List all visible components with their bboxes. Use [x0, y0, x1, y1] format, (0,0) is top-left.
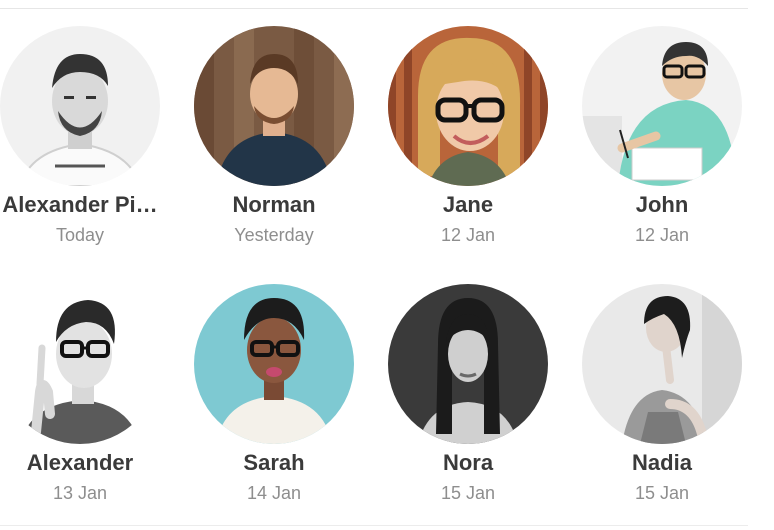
contact-card[interactable]: Jane 12 Jan	[380, 26, 556, 245]
avatar	[194, 284, 354, 444]
avatar	[582, 284, 742, 444]
contact-card[interactable]: Norman Yesterday	[186, 26, 362, 245]
contact-name: Norman	[232, 192, 316, 217]
contact-date: Yesterday	[234, 225, 314, 245]
contact-date: 14 Jan	[246, 483, 302, 503]
avatar-photo	[194, 284, 354, 444]
contact-card[interactable]: Nadia 15 Jan	[574, 284, 750, 503]
contact-name: Jane	[442, 192, 494, 217]
avatar	[582, 26, 742, 186]
avatar	[388, 284, 548, 444]
contact-date: 15 Jan	[634, 483, 690, 503]
contacts-screen: Alexander Pi… Today Norman Yesterday Jan…	[0, 0, 774, 530]
bottom-divider	[0, 525, 748, 526]
avatar	[0, 284, 160, 444]
avatar-photo	[388, 26, 548, 186]
avatar-photo	[582, 26, 742, 186]
contact-name: Nadia	[632, 450, 692, 475]
contact-name: Nora	[442, 450, 494, 475]
contact-card[interactable]: John 12 Jan	[574, 26, 750, 245]
contact-date: Today	[55, 225, 105, 245]
contacts-grid: Alexander Pi… Today Norman Yesterday Jan…	[0, 0, 774, 530]
avatar	[0, 26, 160, 186]
avatar-photo	[194, 26, 354, 186]
avatar-photo	[0, 284, 160, 444]
contact-date: 12 Jan	[440, 225, 496, 245]
contact-card[interactable]: Alexander Pi… Today	[0, 26, 168, 245]
contact-date: 12 Jan	[634, 225, 690, 245]
contact-name: Sarah	[243, 450, 305, 475]
contact-name: John	[635, 192, 689, 217]
avatar	[388, 26, 548, 186]
contact-name: Alexander Pi…	[2, 192, 158, 217]
contact-card[interactable]: Sarah 14 Jan	[186, 284, 362, 503]
avatar	[194, 26, 354, 186]
avatar-photo	[582, 284, 742, 444]
contact-date: 13 Jan	[52, 483, 108, 503]
contact-date: 15 Jan	[440, 483, 496, 503]
contact-card[interactable]: Alexander 13 Jan	[0, 284, 168, 503]
contact-card[interactable]: Nora 15 Jan	[380, 284, 556, 503]
avatar-photo	[388, 284, 548, 444]
contact-name: Alexander	[26, 450, 134, 475]
avatar-photo	[0, 26, 160, 186]
